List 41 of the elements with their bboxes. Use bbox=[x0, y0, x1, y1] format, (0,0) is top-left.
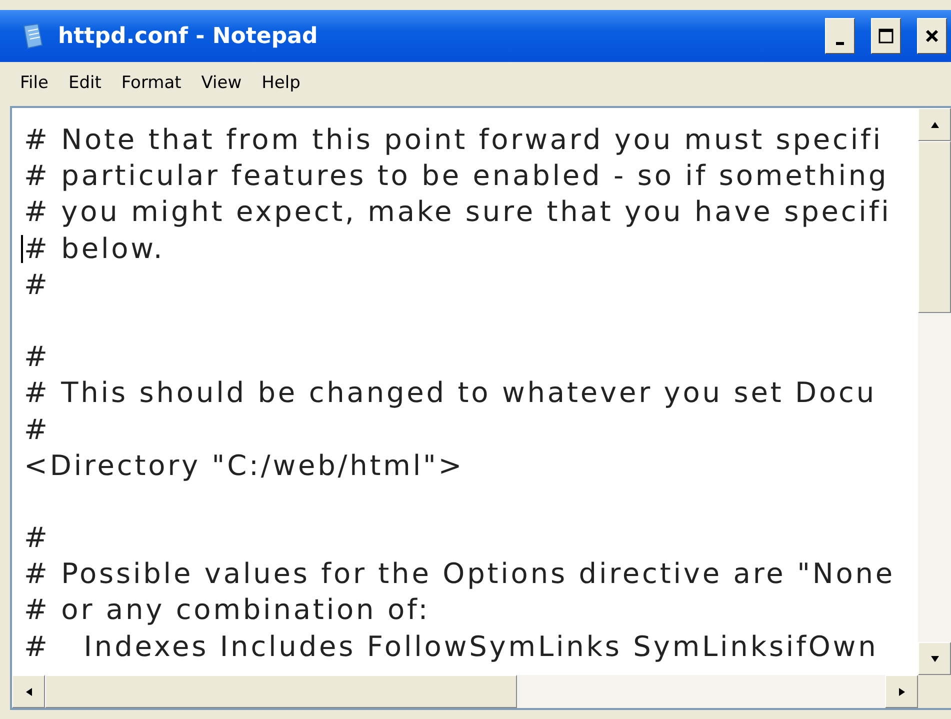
scroll-down-button[interactable] bbox=[918, 642, 951, 675]
menu-item[interactable]: Help bbox=[252, 73, 310, 93]
text-line: # you might expect, make sure that you have specifi bbox=[24, 194, 892, 230]
scroll-thumb[interactable] bbox=[918, 141, 951, 313]
text-line: # or any combination of: bbox=[24, 592, 430, 628]
left-arrow-icon bbox=[24, 686, 32, 696]
text-line: # Indexes Includes FollowSymLinks SymLinksifOwn bbox=[24, 628, 878, 665]
horizontal-scrollbar[interactable] bbox=[12, 675, 918, 708]
menu-item[interactable]: Edit bbox=[58, 73, 112, 93]
window-title: httpd.conf - Notepad bbox=[58, 24, 319, 48]
menu-item[interactable]: View bbox=[191, 73, 252, 93]
close-button[interactable] bbox=[917, 18, 947, 54]
maximize-icon bbox=[878, 28, 894, 44]
text-line: # bbox=[24, 266, 50, 303]
maximize-button[interactable] bbox=[871, 18, 901, 54]
text-line: # This should be changed to whatever you set Docu bbox=[24, 375, 876, 412]
text-line: # below. bbox=[24, 230, 165, 267]
menu-item[interactable]: File bbox=[10, 73, 58, 93]
minimize-icon bbox=[836, 42, 844, 44]
text-line: # bbox=[24, 412, 50, 448]
scroll-left-button[interactable] bbox=[12, 675, 45, 708]
right-arrow-icon bbox=[898, 686, 906, 696]
scroll-right-button[interactable] bbox=[885, 675, 918, 708]
size-grip[interactable] bbox=[918, 675, 951, 708]
close-icon bbox=[925, 29, 939, 43]
text-line: # bbox=[24, 339, 50, 376]
scroll-thumb[interactable] bbox=[45, 675, 517, 708]
text-cursor bbox=[21, 234, 23, 263]
up-arrow-icon bbox=[930, 120, 940, 128]
down-arrow-icon bbox=[930, 654, 940, 662]
text-editor[interactable] bbox=[10, 106, 951, 710]
text-line: # Note that from this point forward you must specifi bbox=[24, 122, 883, 158]
text-line: # Possible values for the Options directive are "None bbox=[24, 556, 896, 592]
text-line: <Directory "C:/web/html"> bbox=[24, 448, 464, 484]
menu-item[interactable]: Format bbox=[111, 73, 192, 93]
text-line: # bbox=[24, 520, 50, 556]
notepad-icon bbox=[22, 23, 44, 49]
minimize-button[interactable] bbox=[825, 18, 855, 54]
vertical-scrollbar[interactable] bbox=[918, 108, 951, 675]
scroll-up-button[interactable] bbox=[918, 108, 951, 141]
text-line: # particular features to be enabled - so if something bbox=[24, 158, 889, 194]
